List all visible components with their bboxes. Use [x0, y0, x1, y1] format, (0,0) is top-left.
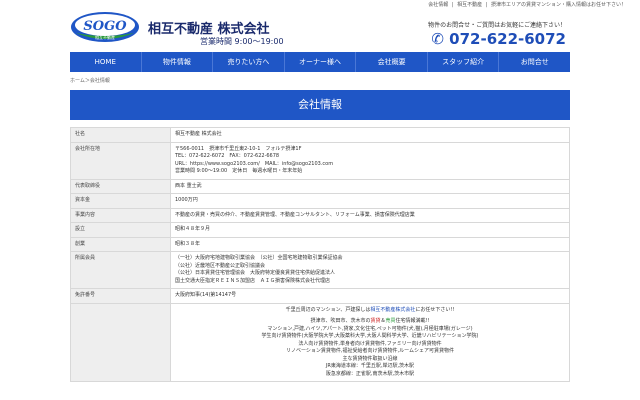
- info-value-line: 昭和３８年: [175, 240, 201, 247]
- info-value-line: （公社）近畿地区不動産公正取引協議会: [175, 262, 266, 269]
- nav-sellers[interactable]: 売りたい方へ: [213, 52, 285, 72]
- nav-properties[interactable]: 物件情報: [142, 52, 214, 72]
- info-value-line: URL：https://www.sogo2103.com/ MAIL：info@…: [175, 160, 334, 167]
- info-value: （一社）大阪府宅地建物取引業協会 （公社）全国宅地建物取引業保証協会 （公社）近畿…: [170, 251, 570, 289]
- info-row: 社名 相互不動産 株式会社: [70, 127, 570, 143]
- business-hours: 営業時間 9:00〜19:00: [200, 37, 284, 46]
- promo-list-line: 阪急京都線：正雀駅,南茨木駅,茨木市駅: [325, 370, 415, 377]
- info-value-line: TEL：072-622-6072 FAX：072-622-6678: [175, 153, 280, 159]
- info-value: 〒566-0011 摂津市千里丘東2-10-1 フォルテ摂津1F TEL：072-…: [170, 141, 570, 180]
- logo-subtext: 相互不動産: [95, 34, 115, 40]
- top-links: 会社情報 | 相互不動産 | 摂津市エリアの賃貸マンション・購入情報はお任せ下さ…: [428, 2, 626, 8]
- info-row: 資本金 1000万円: [70, 193, 570, 209]
- site-header: SOGO 相互不動産 相互不動産 株式会社 営業時間 9:00〜19:00 物件…: [0, 8, 640, 48]
- info-value-line: 〒566-0011 摂津市千里丘東2-10-1 フォルテ摂津1F: [175, 145, 302, 152]
- info-label: 資本金: [70, 193, 171, 209]
- phone-text: 072-622-6072: [449, 30, 566, 48]
- info-row: 所属会員 （一社）大阪府宅地建物取引業協会 （公社）全国宅地建物取引業保証協会 （公…: [70, 251, 570, 289]
- info-value: 大阪府知事(14)第14147号: [170, 288, 570, 304]
- info-label: 事業内容: [70, 207, 171, 223]
- info-value: 昭和３８年: [170, 236, 570, 252]
- info-label: 免許番号: [70, 288, 171, 304]
- info-row: 設立 昭和４８年９月: [70, 222, 570, 238]
- promo-label-cell: [70, 302, 171, 382]
- nav-company[interactable]: 会社概要: [356, 52, 428, 72]
- info-label: 設立: [70, 222, 171, 238]
- info-value-line: 相互不動産 株式会社: [175, 131, 222, 137]
- info-value: 不動産の賃貸・売買の仲介、不動産賃貸管理、不動産コンサルタント、リフォーム事業、…: [170, 207, 570, 223]
- phone-number[interactable]: ✆ 072-622-6072: [431, 30, 566, 48]
- page-title: 会社情報: [70, 90, 570, 120]
- company-info-table: 社名 相互不動産 株式会社 会社所在地 〒566-0011 摂津市千里丘東2-10-1…: [70, 127, 570, 382]
- promo-list-line: JR東海道本線：千里丘駅,岸辺駅,茨木駅: [325, 363, 415, 369]
- info-label: 代表取締役: [70, 178, 171, 194]
- info-row: 事業内容 不動産の賃貸・売買の仲介、不動産賃貸管理、不動産コンサルタント、リフォー…: [70, 207, 570, 223]
- promo-company-link[interactable]: 相互不動産株式会社: [370, 307, 415, 313]
- nav-contact[interactable]: お問合せ: [499, 52, 570, 72]
- promo-row: 千里丘周辺のマンション、戸建探しは相互不動産株式会社にお任せ下さい!! 摂津市、…: [70, 302, 570, 382]
- nav-home[interactable]: HOME: [70, 52, 142, 72]
- promo-list-line: 法人向け賃貸物件,単身者向け賃貸物件,ファミリー向け賃貸物件: [298, 340, 442, 347]
- promo-list-line: 主な賃貸物件取扱い沿線: [342, 355, 398, 362]
- info-value: 1000万円: [170, 193, 570, 209]
- contact-label: 物件のお問合せ・ご質問はお気軽にご連絡下さい！: [428, 22, 566, 29]
- info-value: 相互不動産 株式会社: [170, 127, 570, 143]
- promo-list-line: 学生向け賃貸物件(大阪学院大学,大阪薬科大学,大阪人間科学大学、近畿リハビリテー…: [261, 333, 479, 339]
- info-value-line: 昭和４８年９月: [175, 226, 211, 232]
- info-value-line: 1000万円: [175, 197, 198, 203]
- promo-line-2: 摂津市、吹田市、茨木市の賃貸＆売買住宅情報満載!!: [310, 318, 430, 324]
- main-nav: HOME 物件情報 売りたい方へ オーナー様へ 会社概要 スタッフ紹介 お問合せ: [70, 52, 570, 72]
- promo-line-1: 千里丘周辺のマンション、戸建探しは相互不動産株式会社にお任せ下さい!!: [285, 306, 455, 313]
- info-row: 会社所在地 〒566-0011 摂津市千里丘東2-10-1 フォルテ摂津1F TEL…: [70, 141, 570, 180]
- info-label: 創業: [70, 236, 171, 252]
- sogo-logo[interactable]: SOGO 相互不動産: [70, 11, 140, 43]
- nav-owners[interactable]: オーナー様へ: [285, 52, 357, 72]
- info-label: 社名: [70, 127, 171, 143]
- info-value-line: 不動産の賃貸・売買の仲介、不動産賃貸管理、不動産コンサルタント、リフォーム事業、…: [175, 211, 415, 218]
- top-bar: 会社情報 | 相互不動産 | 摂津市エリアの賃貸マンション・購入情報はお任せ下さ…: [0, 0, 640, 8]
- breadcrumb: ホーム＞会社情報: [70, 78, 110, 84]
- promo-list-line: リノベーション賃貸物件,福祉受給者向け賃貸物件,ルームシェア可賃貸物件: [286, 348, 454, 354]
- company-name: 相互不動産 株式会社: [148, 22, 270, 37]
- info-value-line: （一社）大阪府宅地建物取引業協会 （公社）全国宅地建物取引業保証協会: [175, 255, 343, 261]
- info-value-line: 西本 重士武: [175, 182, 202, 189]
- info-value-line: 営業時間 9:00〜19:00 定休日 毎週水曜日・年末年始: [175, 168, 303, 174]
- logo-text: SOGO: [83, 19, 127, 34]
- info-row: 創業 昭和３８年: [70, 236, 570, 252]
- info-value-line: （公社）日本賃貸住宅管理協会 大阪府特定優良賃貸住宅供給促進法人: [175, 270, 336, 276]
- info-label: 所属会員: [70, 251, 171, 289]
- info-value-line: 国土交通大臣指定ＲＥＩＮＳ加盟店 ＡＩＧ損害保険株式会社代理店: [175, 277, 331, 284]
- info-label: 会社所在地: [70, 141, 171, 180]
- promo-list-line: マンション,戸建,ハイツ,アパート,貸家,文化住宅,ペット可物件(犬,猫),月極…: [267, 325, 473, 332]
- info-row: 代表取締役 西本 重士武: [70, 178, 570, 194]
- info-value: 昭和４８年９月: [170, 222, 570, 238]
- info-value-line: 大阪府知事(14)第14147号: [175, 292, 237, 298]
- info-value: 西本 重士武: [170, 178, 570, 194]
- nav-staff[interactable]: スタッフ紹介: [428, 52, 500, 72]
- info-row: 免許番号 大阪府知事(14)第14147号: [70, 288, 570, 304]
- phone-icon: ✆: [431, 30, 444, 48]
- promo-cell: 千里丘周辺のマンション、戸建探しは相互不動産株式会社にお任せ下さい!! 摂津市、…: [170, 302, 570, 382]
